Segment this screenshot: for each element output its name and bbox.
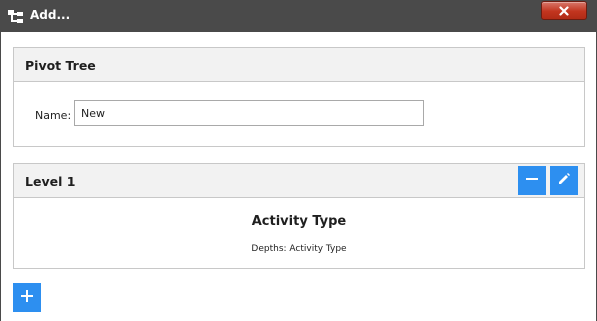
edit-level-button[interactable]	[550, 166, 578, 195]
plus-icon	[20, 288, 34, 307]
close-icon	[559, 1, 569, 20]
add-level-button[interactable]	[13, 283, 41, 312]
level-depths: Depths: Activity Type	[251, 244, 347, 254]
title-bar[interactable]: Add...	[0, 0, 597, 32]
minus-icon	[525, 171, 539, 190]
add-dialog: Add... Pivot Tree Name: Level 1	[0, 0, 597, 321]
pivot-tree-header: Pivot Tree	[14, 48, 584, 82]
pivot-tree-panel: Pivot Tree Name:	[13, 47, 585, 147]
panel-title: Pivot Tree	[25, 58, 96, 73]
tree-icon	[8, 9, 24, 23]
level-panel: Level 1 Activity Type Depths: Activity T…	[13, 163, 585, 269]
level-title: Level 1	[25, 174, 76, 189]
remove-level-button[interactable]	[518, 166, 546, 195]
level-header: Level 1	[14, 164, 584, 198]
name-label: Name:	[35, 109, 72, 122]
pencil-icon	[557, 171, 571, 190]
dialog-content: Pivot Tree Name: Level 1	[1, 32, 596, 321]
window-title: Add...	[30, 8, 71, 22]
level-name: Activity Type	[251, 214, 347, 229]
close-button[interactable]	[541, 1, 587, 20]
name-input[interactable]	[74, 100, 424, 126]
